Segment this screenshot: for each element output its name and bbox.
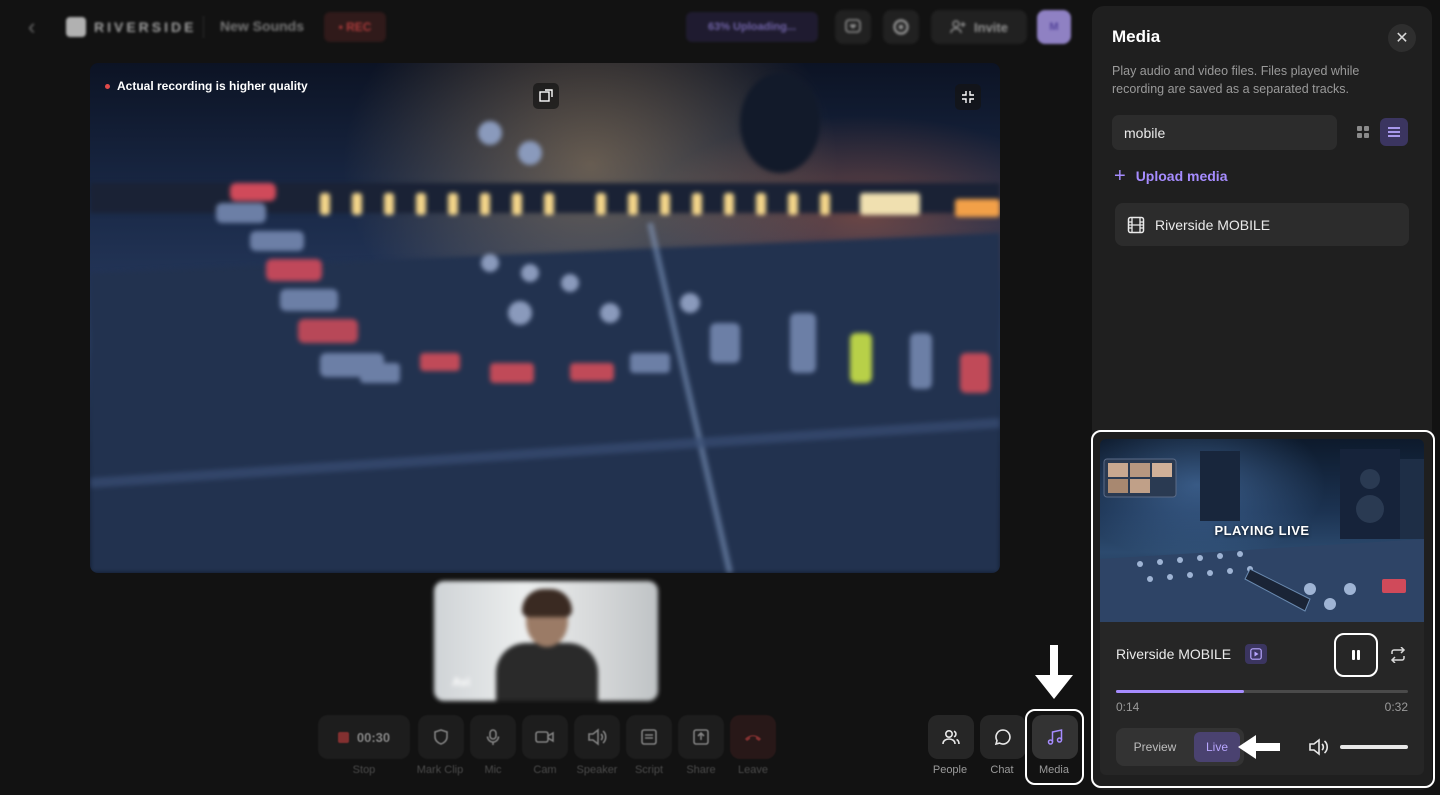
grid-icon <box>1357 126 1369 138</box>
participant-name: Avi <box>452 675 471 689</box>
add-user-icon <box>950 20 966 34</box>
riverside-logo: RIVERSIDE <box>66 17 196 37</box>
media-list-item[interactable]: Riverside MOBILE <box>1115 203 1409 246</box>
live-mode-button[interactable]: Live <box>1194 732 1240 762</box>
grid-view-button[interactable] <box>1349 118 1377 146</box>
heart-chat-icon <box>845 19 861 33</box>
output-mode-toggle: Preview Live <box>1116 728 1244 766</box>
mic-button[interactable] <box>470 715 516 759</box>
led-meter-row <box>320 193 1000 217</box>
gear-icon <box>893 19 909 35</box>
settings-button[interactable] <box>883 10 919 44</box>
invite-label: Invite <box>974 19 1008 35</box>
media-button-highlight <box>1025 709 1084 785</box>
media-search-input[interactable] <box>1112 115 1337 150</box>
people-button[interactable] <box>928 715 974 759</box>
loop-button[interactable] <box>1386 643 1410 667</box>
stop-label: Stop <box>352 764 376 776</box>
self-view-tile: Avi <box>434 581 658 701</box>
person-body <box>496 643 598 701</box>
recording-timer: 00:30 <box>356 729 391 745</box>
invite-button[interactable]: Invite <box>931 10 1027 44</box>
pause-button[interactable] <box>1334 633 1378 677</box>
chat-icon <box>994 729 1011 746</box>
progress-bar[interactable] <box>1116 690 1408 693</box>
track-name: Riverside MOBILE <box>1116 646 1232 662</box>
divider <box>203 16 204 38</box>
quality-note-text: Actual recording is higher quality <box>117 79 308 93</box>
share-label: Share <box>686 764 716 776</box>
list-icon <box>1388 127 1400 137</box>
arrow-left-icon <box>1238 735 1280 759</box>
stop-button[interactable]: 00:30 <box>318 715 410 759</box>
playing-live-overlay: PLAYING LIVE <box>1214 523 1310 538</box>
repeat-icon <box>1390 647 1406 663</box>
volume-icon[interactable] <box>1308 736 1330 758</box>
logo-text: RIVERSIDE <box>94 19 197 35</box>
main-video-feed: Actual recording is higher quality <box>90 63 1000 573</box>
player-thumbnail: PLAYING LIVE <box>1100 439 1424 622</box>
chat-button[interactable] <box>980 715 1026 759</box>
people-label: People <box>932 764 968 776</box>
upload-media-button[interactable]: + Upload media <box>1114 166 1227 186</box>
logo-mark-icon <box>66 17 86 37</box>
rec-badge: • REC <box>324 12 386 42</box>
camera-icon <box>535 731 554 743</box>
panel-title: Media <box>1112 27 1161 46</box>
cam-button[interactable] <box>522 715 568 759</box>
speaker-label: Speaker <box>576 764 618 776</box>
fullscreen-button[interactable] <box>955 84 981 110</box>
swap-view-button[interactable] <box>533 83 559 109</box>
media-player: PLAYING LIVE Riverside MOBILE 0:14 0:32 … <box>1100 439 1424 775</box>
upload-status: 63% Uploading... <box>686 12 818 42</box>
share-screen-icon <box>693 729 709 745</box>
quality-note: Actual recording is higher quality <box>105 79 308 93</box>
phone-hangup-icon <box>745 735 761 741</box>
people-icon <box>942 729 960 745</box>
script-label: Script <box>634 764 664 776</box>
video-badge-icon <box>1245 644 1267 664</box>
leave-button[interactable] <box>730 715 776 759</box>
film-icon <box>1127 216 1145 233</box>
stop-icon <box>337 731 349 743</box>
back-chevron-icon[interactable]: ‹ <box>28 16 46 38</box>
arrow-down-icon <box>1035 645 1073 699</box>
script-button[interactable] <box>626 715 672 759</box>
collapse-icon <box>962 91 974 103</box>
status-dot <box>105 83 110 89</box>
swap-view-icon <box>539 89 553 102</box>
cam-label: Cam <box>533 764 557 776</box>
feedback-button[interactable] <box>835 10 871 44</box>
upload-media-label: Upload media <box>1135 168 1228 184</box>
close-panel-button[interactable]: ✕ <box>1388 24 1416 52</box>
list-view-button[interactable] <box>1380 118 1408 146</box>
user-avatar[interactable]: M <box>1037 10 1071 44</box>
share-button[interactable] <box>678 715 724 759</box>
media-item-name: Riverside MOBILE <box>1155 216 1271 233</box>
mark-clip-button[interactable] <box>418 715 464 759</box>
shield-icon <box>434 729 448 745</box>
riverside-studio: ‹ RIVERSIDE New Sounds • REC 63% Uploadi… <box>0 0 1440 795</box>
speaker-icon <box>588 728 607 746</box>
total-time: 0:32 <box>1384 700 1408 714</box>
pause-icon <box>1352 650 1360 660</box>
studio-mixer-scene <box>90 73 1000 573</box>
project-title: New Sounds <box>220 18 305 34</box>
chat-label: Chat <box>990 764 1014 776</box>
person-hair <box>522 589 572 617</box>
plus-icon: + <box>1114 165 1126 187</box>
mark-clip-label: Mark Clip <box>416 764 464 776</box>
panel-description: Play audio and video files. Files played… <box>1112 64 1360 96</box>
mic-icon <box>486 729 500 745</box>
script-icon <box>641 729 657 745</box>
speaker-button[interactable] <box>574 715 620 759</box>
mic-label: Mic <box>484 764 502 776</box>
top-bar: ‹ RIVERSIDE New Sounds • REC 63% Uploadi… <box>0 0 1090 54</box>
leave-label: Leave <box>738 764 768 776</box>
preview-mode-button[interactable]: Preview <box>1120 732 1190 762</box>
current-time: 0:14 <box>1116 700 1140 714</box>
progress-fill <box>1116 690 1245 693</box>
volume-slider[interactable] <box>1340 745 1408 749</box>
close-icon: ✕ <box>1395 30 1409 47</box>
